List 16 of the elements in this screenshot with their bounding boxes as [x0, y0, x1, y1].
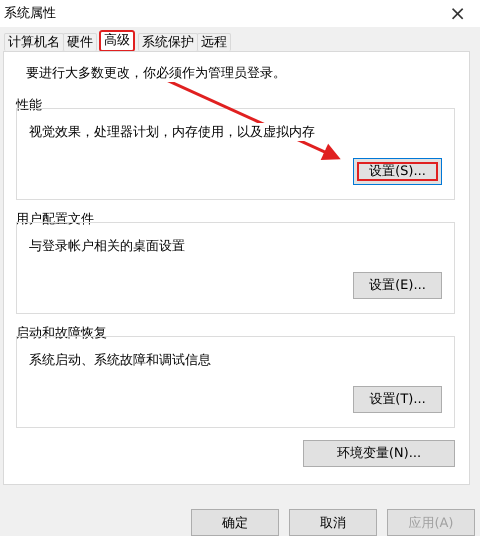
tab[interactable]: 硬件: [63, 32, 97, 51]
settings-button[interactable]: 设置(T)...: [353, 386, 442, 413]
dialog-button[interactable]: 取消: [289, 509, 377, 536]
settings-button[interactable]: 设置(S)...: [353, 158, 442, 185]
group-description: 视觉效果，处理器计划，内存使用，以及虚拟内存: [29, 122, 315, 141]
window-title: 系统属性: [4, 5, 56, 22]
tab[interactable]: 远程: [197, 32, 231, 51]
group-description: 系统启动、系统故障和调试信息: [29, 350, 211, 369]
tab[interactable]: 计算机名: [4, 32, 64, 51]
tab[interactable]: 系统保护: [138, 32, 198, 51]
settings-button[interactable]: 设置(E)...: [353, 272, 442, 299]
dialog-button[interactable]: 确定: [191, 509, 279, 536]
environment-variables-button[interactable]: 环境变量(N)...: [303, 440, 455, 467]
tab[interactable]: 高级: [100, 30, 134, 51]
group-description: 与登录帐户相关的桌面设置: [29, 236, 185, 255]
close-button[interactable]: ×: [443, 1, 472, 26]
